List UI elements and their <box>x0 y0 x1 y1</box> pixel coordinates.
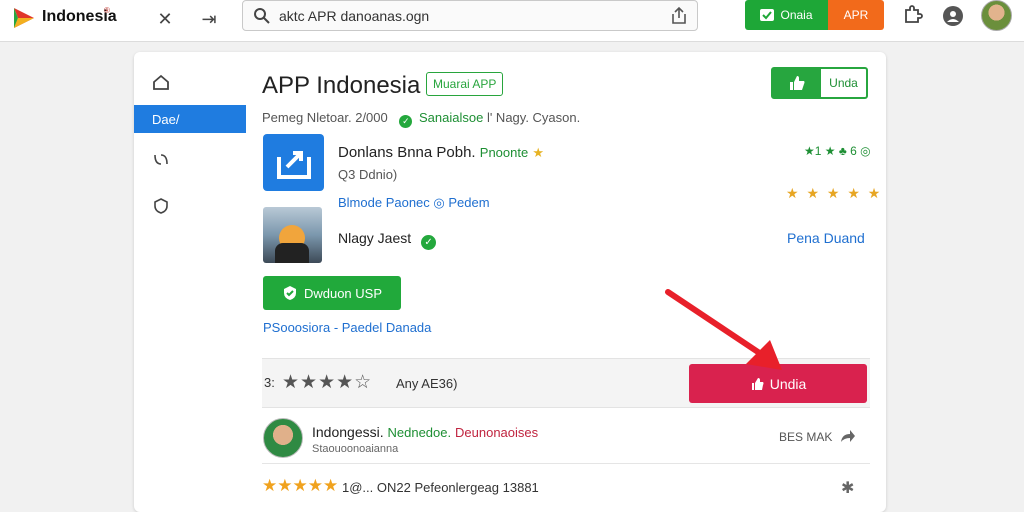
sidebar-item-security[interactable] <box>134 192 246 220</box>
app-icon[interactable] <box>263 134 324 191</box>
sidebar-item-active[interactable]: Dae/ <box>134 105 246 133</box>
footer-stars: ★★★★★ <box>262 476 339 495</box>
reviewer-subtitle: Staouoonoaianna <box>312 443 399 455</box>
install-button[interactable]: Onaia <box>745 0 828 30</box>
forward-icon <box>840 430 855 442</box>
search-input[interactable]: aktc APR danoanas.ogn <box>279 8 429 24</box>
app-detail-card: Dae/ APP Indonesia Muarai APP Pemeg Nlet… <box>134 52 886 512</box>
apr-label: APR <box>843 8 869 22</box>
right-link[interactable]: Pena Duand <box>787 230 865 246</box>
share-box-icon <box>276 150 311 179</box>
app-thumbnail[interactable] <box>263 207 322 263</box>
brand-mark: ® <box>104 6 110 15</box>
page-title: APP Indonesia <box>262 72 421 99</box>
pin-icon: ◎ <box>433 195 445 210</box>
app-name-line: Donlans Bnna Pobh. Pnoonte ★ <box>338 144 544 161</box>
hand-icon <box>751 377 764 390</box>
star-icon: ★ <box>532 145 545 160</box>
pointer-arrow-icon <box>665 289 782 370</box>
download-button[interactable]: Dwduon USP <box>263 276 401 310</box>
title-badge: Muarai APP <box>426 72 504 96</box>
install-toggle-label[interactable]: Unda <box>821 69 866 97</box>
extensions-icon[interactable] <box>900 4 924 28</box>
share-icon[interactable] <box>669 6 689 26</box>
app-name: Donlans Bnna Pobh. <box>338 144 476 161</box>
meta-suffix: l' Nagy. Cyason. <box>486 110 581 125</box>
download-shield-icon <box>283 286 296 300</box>
meta-green-text: Sanaialsoe <box>419 110 484 125</box>
pin-icon[interactable]: ✱ <box>841 478 854 498</box>
search-icon <box>254 8 270 24</box>
sidebar-item-label: Dae/ <box>152 111 180 127</box>
rating-stars[interactable]: ★★★★☆ <box>282 371 372 394</box>
meta-prefix: Pemeg Nletoar. 2/000 <box>262 110 388 125</box>
reviewer-avatar[interactable] <box>263 418 303 458</box>
download-label: Dwduon USP <box>303 285 383 301</box>
reviewer-line: Indongessi. Nednedoe. Deunonaoises <box>312 424 538 440</box>
review-action-label[interactable]: BES MAK <box>779 430 832 444</box>
home-icon <box>153 74 169 90</box>
row-link[interactable]: Blmode Paonec ◎ Pedem <box>338 195 490 211</box>
verified-check-icon: ✓ <box>399 115 413 128</box>
expand-icon[interactable]: ⇥ <box>196 6 222 32</box>
top-bar: Indonesia ® ✕ ⇥ aktc APR danoanas.ogn On… <box>0 0 1024 42</box>
rating-text: Any AE36) <box>396 376 458 391</box>
reviewer-name: Indongessi. <box>312 424 384 440</box>
install-icon <box>760 9 775 21</box>
meta-line: Pemeg Nletoar. 2/000 ✓ Sanaialsoe l' Nag… <box>262 110 580 128</box>
thumbnail-body <box>275 243 309 263</box>
promo-link[interactable]: PSooosiora - Paedel Danada <box>263 320 431 335</box>
close-icon[interactable]: ✕ <box>152 6 178 32</box>
sidebar-item-apps[interactable] <box>134 145 246 173</box>
search-bar[interactable]: aktc APR danoanas.ogn <box>242 0 698 31</box>
reviewer-green: Nednedoe. <box>387 425 452 440</box>
review-action[interactable]: BES MAK <box>779 429 856 444</box>
rating-count: 3: <box>264 375 275 390</box>
install-label: Onaia <box>780 8 813 22</box>
reviewer-red: Deunonaoises <box>455 425 539 440</box>
app-rating-b: ★ ★ ★ ★ ★ <box>786 185 883 201</box>
verified-check-icon: ✓ <box>421 235 437 250</box>
row2-name: Nlagy Jaest <box>338 230 412 246</box>
row-link-text[interactable]: Blmode Paonec <box>338 195 430 210</box>
row2-name-line: Nlagy Jaest ✓ <box>338 230 437 250</box>
thumbs-up-icon <box>790 76 805 90</box>
row-link-text-2[interactable]: Pedem <box>448 195 489 210</box>
footer-text: 1@... ON22 Pefeonlergeag 13881 <box>342 480 539 495</box>
app-tag: Pnoonte <box>479 145 529 160</box>
profile-circle-icon[interactable] <box>941 4 965 28</box>
install-toggle[interactable]: Unda <box>771 67 868 99</box>
user-avatar[interactable] <box>981 0 1012 31</box>
app-logo-icon[interactable] <box>12 6 36 30</box>
install-toggle-icon-area[interactable] <box>773 69 821 97</box>
app-subtitle: Q3 Ddnio) <box>338 167 398 182</box>
apps-icon <box>154 154 168 165</box>
sidebar-item-home[interactable] <box>134 68 246 96</box>
apr-button[interactable]: APR <box>828 0 884 30</box>
shield-icon <box>154 198 168 214</box>
uninstall-label: Undia <box>769 375 807 392</box>
divider <box>262 463 870 464</box>
app-rating-a: ★1 ★ ♣ 6 ◎ <box>804 144 871 158</box>
